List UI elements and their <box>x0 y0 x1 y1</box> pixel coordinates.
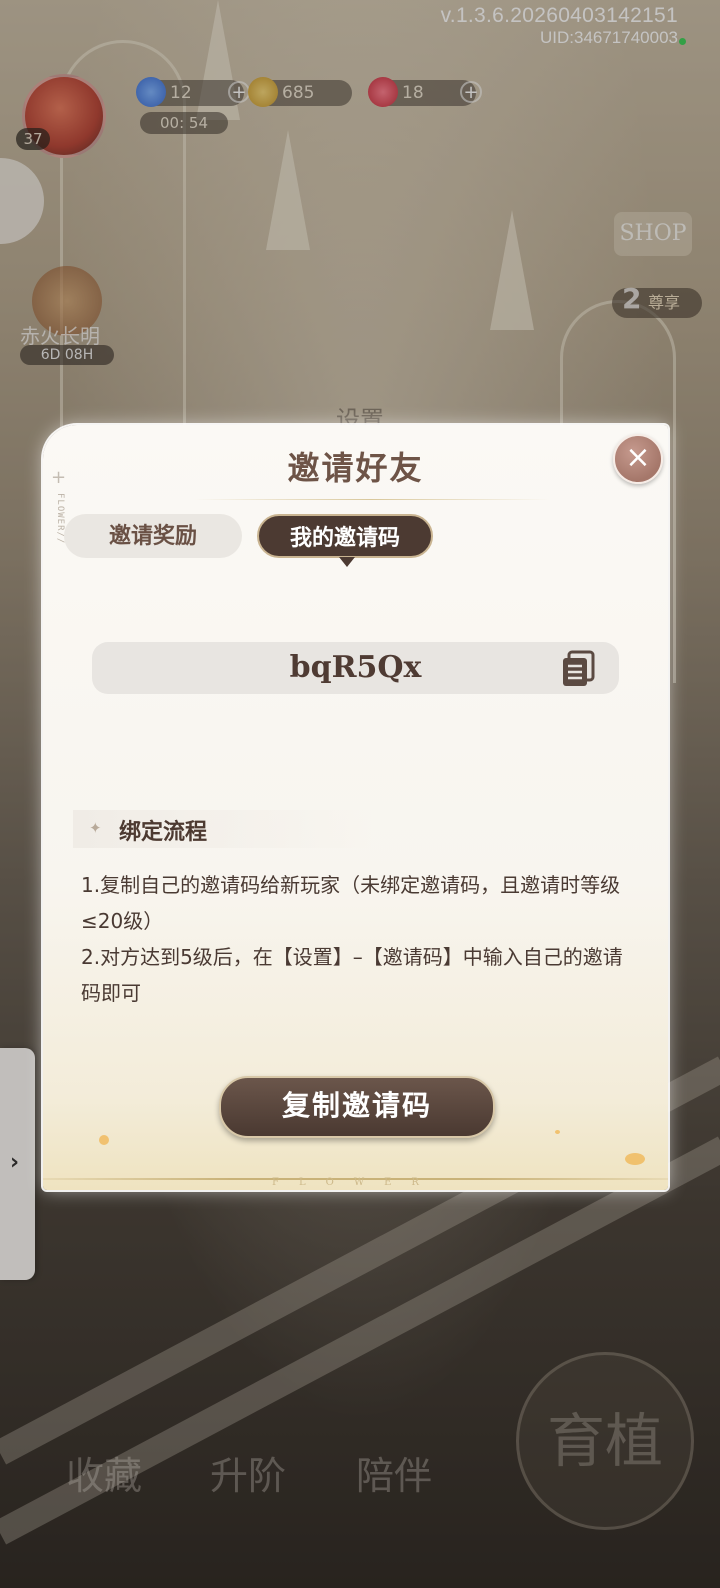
sparkle-decoration <box>99 1135 109 1145</box>
copy-invite-code-button[interactable]: 复制邀请码 <box>219 1076 495 1138</box>
diamond-ornament-icon: ✦ <box>89 819 102 837</box>
invite-code-field: bqR5Qx <box>92 642 619 694</box>
title-divider <box>193 499 550 500</box>
tab-my-invite-code[interactable]: 我的邀请码 <box>257 514 433 567</box>
binding-process-title: 绑定流程 <box>119 819 208 845</box>
close-button[interactable]: × <box>613 434 663 484</box>
bottom-decoration-text: FLOWER <box>272 1177 439 1188</box>
invite-friends-dialog: + FLOWER// 邀请好友 邀请奖励 我的邀请码 bqR5Qx ✦ 绑定流程… <box>43 425 668 1190</box>
tab-invite-rewards[interactable]: 邀请奖励 <box>64 514 242 558</box>
dialog-title: 邀请好友 <box>287 449 424 487</box>
sparkle-decoration <box>555 1130 560 1134</box>
binding-step-1: 1.复制自己的邀请码给新玩家（未绑定邀请码，且邀请时等级≤20级） <box>81 873 621 933</box>
binding-step-2: 2.对方达到5级后，在【设置】–【邀请码】中输入自己的邀请码即可 <box>81 945 623 1005</box>
copy-icon[interactable] <box>561 650 597 688</box>
invite-code-value: bqR5Qx <box>289 650 422 685</box>
sparkle-decoration <box>625 1153 645 1165</box>
binding-process-header: ✦ 绑定流程 <box>73 810 373 848</box>
